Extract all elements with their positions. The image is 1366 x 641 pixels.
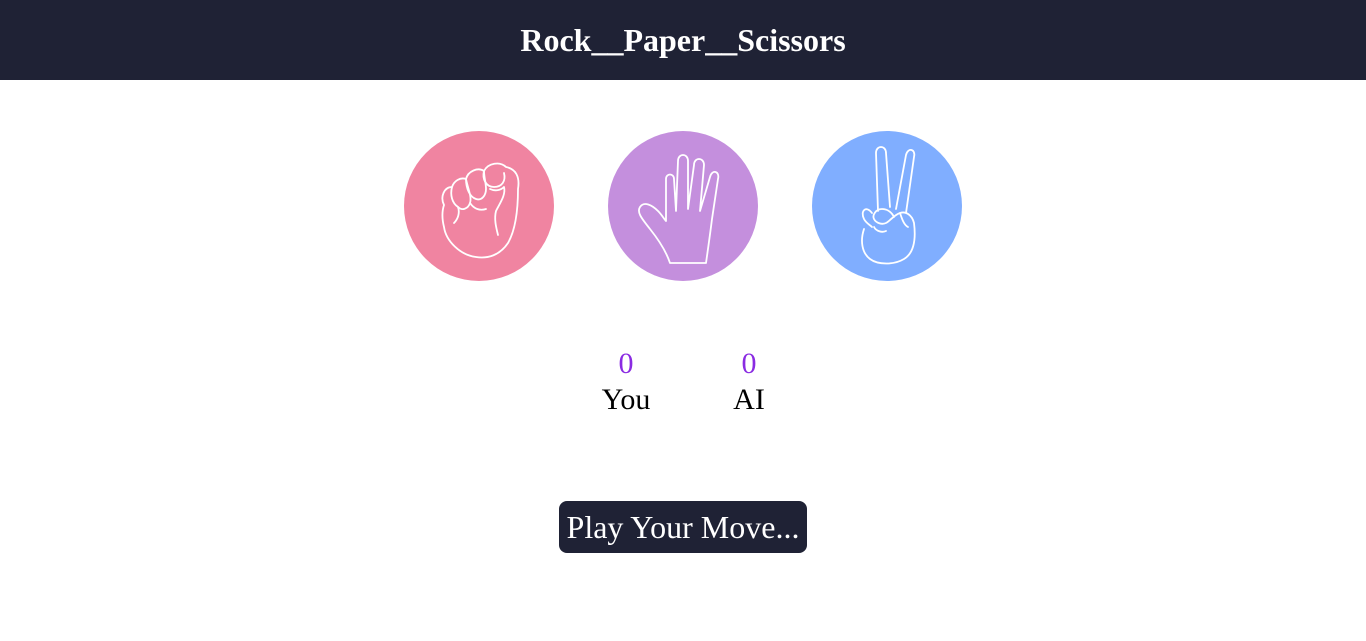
app-header: Rock__Paper__Scissors <box>0 0 1366 80</box>
choice-row <box>0 131 1366 281</box>
rock-choice-button[interactable] <box>404 131 554 281</box>
scissors-choice-button[interactable] <box>812 131 962 281</box>
fist-icon <box>441 162 520 259</box>
open-hand-icon <box>638 154 720 264</box>
paper-choice-button[interactable] <box>608 131 758 281</box>
play-move-button[interactable]: Play Your Move... <box>559 501 807 553</box>
ai-score: 0 AI <box>699 344 799 416</box>
page-title: Rock__Paper__Scissors <box>520 21 846 58</box>
peace-hand-icon <box>861 146 916 265</box>
player-score-label: You <box>601 383 651 416</box>
player-score: 0 You <box>576 344 676 416</box>
ai-score-value: 0 <box>741 347 757 380</box>
player-score-value: 0 <box>618 347 634 380</box>
ai-score-label: AI <box>733 383 765 416</box>
